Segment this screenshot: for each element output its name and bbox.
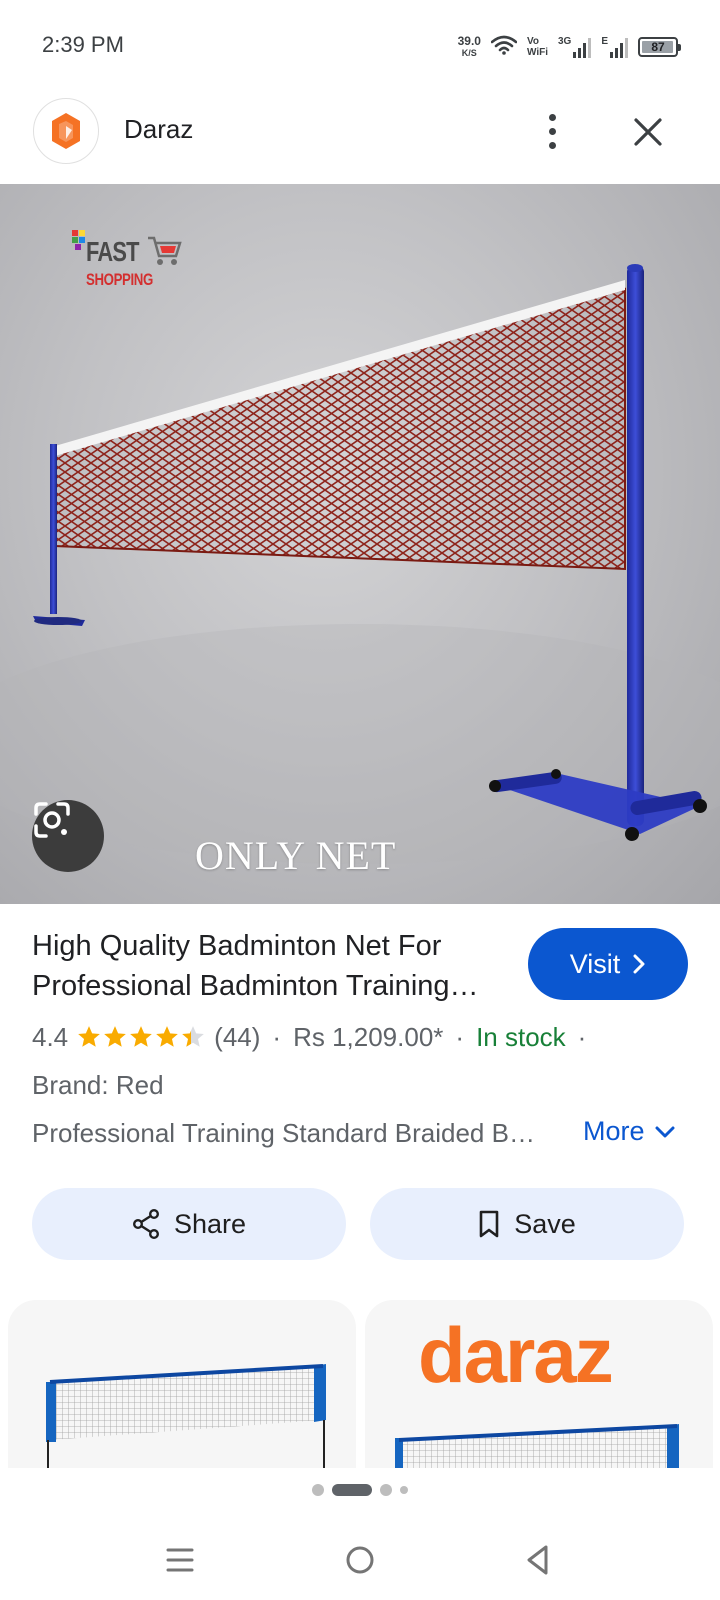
badminton-net-thumbnail: [395, 1424, 679, 1468]
save-button[interactable]: Save: [370, 1188, 684, 1260]
page-dot: [400, 1486, 408, 1494]
product-title[interactable]: High Quality Badminton Net For Professio…: [32, 926, 502, 1006]
battery-icon: 87: [638, 37, 681, 57]
google-lens-icon[interactable]: [32, 800, 104, 872]
fast-shopping-watermark: FAST SHOPPING: [72, 230, 182, 300]
chevron-right-icon: [633, 954, 645, 974]
network-speed-value: 39.0: [457, 34, 481, 48]
site-name[interactable]: Daraz: [124, 114, 193, 145]
related-card[interactable]: daraz: [365, 1300, 713, 1468]
network-e-label: E: [601, 36, 608, 47]
page-indicator: [0, 1484, 720, 1496]
chevron-down-icon: [655, 1126, 675, 1137]
page-dot: [312, 1484, 324, 1496]
related-card[interactable]: [8, 1300, 356, 1468]
share-label: Share: [173, 1208, 247, 1239]
watermark-line1: FAST: [86, 236, 139, 267]
separator-dot: ·: [272, 1021, 282, 1052]
signal-bars-icon: [573, 36, 592, 58]
system-nav-bar: [0, 1520, 720, 1600]
more-vert-icon[interactable]: [530, 106, 574, 156]
close-icon[interactable]: [624, 108, 672, 156]
vowifi-top: Vo: [526, 36, 540, 47]
page-dot: [380, 1484, 392, 1496]
daraz-logo-icon[interactable]: [33, 98, 99, 164]
signal-bars-icon: [610, 36, 628, 58]
rating-value: 4.4: [32, 1021, 69, 1052]
bookmark-icon: [479, 1210, 499, 1238]
vowifi-label: Vo WiFi: [527, 36, 548, 58]
back-icon[interactable]: [518, 1540, 558, 1580]
status-icons: 39.0 K/S Vo WiFi 3G E 87: [458, 30, 681, 64]
save-label: Save: [514, 1208, 576, 1239]
image-caption: ONLY NET: [195, 833, 397, 878]
network-e: E: [601, 36, 628, 58]
battery-level: 87: [651, 40, 665, 54]
status-time: 2:39 PM: [42, 32, 124, 57]
product-image[interactable]: FAST SHOPPING ONLY NET: [0, 184, 720, 904]
result-header: Daraz: [0, 92, 720, 184]
badminton-net-thumbnail: [46, 1364, 326, 1468]
network-speed: 39.0 K/S: [458, 35, 481, 59]
star-rating: [76, 1024, 206, 1050]
wifi-icon: [490, 35, 518, 60]
review-count: (44): [214, 1021, 261, 1052]
network-speed-unit: K/S: [461, 48, 477, 58]
star-icon: [182, 1026, 204, 1047]
product-price: Rs 1,209.00*: [293, 1021, 444, 1052]
home-icon[interactable]: [340, 1540, 380, 1580]
share-icon: [132, 1209, 159, 1239]
recents-icon[interactable]: [160, 1540, 200, 1580]
related-results: daraz: [0, 1300, 720, 1468]
network-3g-label: 3G: [557, 36, 572, 47]
product-description: Professional Training Standard Braided B…: [32, 1118, 542, 1148]
star-icon: [104, 1026, 126, 1047]
star-icon: [78, 1026, 100, 1047]
separator-dot: ·: [455, 1021, 465, 1052]
visit-button[interactable]: Visit: [528, 928, 688, 1000]
separator-dot: ·: [577, 1021, 587, 1052]
share-button[interactable]: Share: [32, 1188, 346, 1260]
more-label: More: [583, 1116, 645, 1146]
product-brand: Brand: Red: [32, 1070, 164, 1100]
visit-label: Visit: [569, 948, 621, 979]
rating-row: 4.4 (44) · Rs 1,209.00* · In stock ·: [32, 1018, 598, 1056]
page-dot-active: [332, 1484, 372, 1496]
vowifi-bottom: WiFi: [526, 47, 548, 58]
star-icon: [156, 1026, 178, 1047]
status-bar: 2:39 PM 39.0 K/S Vo WiFi 3G E 87: [0, 0, 720, 92]
availability: In stock: [476, 1021, 566, 1052]
shopping-cart-icon: [148, 236, 182, 265]
watermark-line2: SHOPPING: [86, 270, 153, 289]
star-icon: [130, 1026, 152, 1047]
network-3g: 3G: [557, 36, 592, 58]
more-button[interactable]: More: [583, 1116, 675, 1147]
